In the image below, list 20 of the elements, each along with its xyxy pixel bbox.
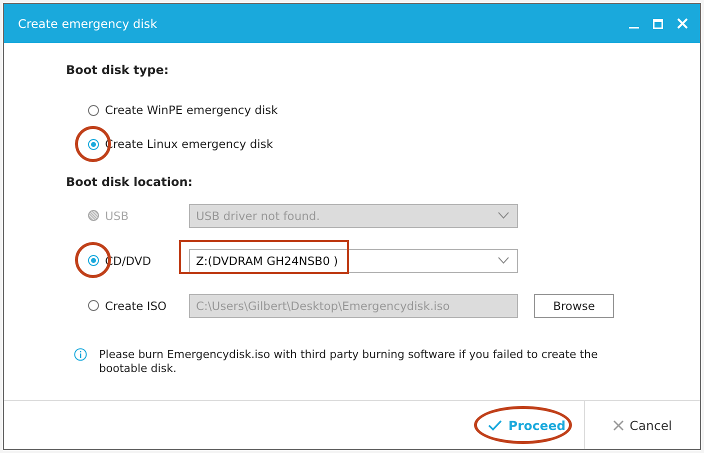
radio-label[interactable]: Create ISO (105, 298, 183, 312)
info-note: Please burn Emergencydisk.iso with third party burning software if you failed to create the bootable disk. (99, 348, 599, 376)
section-heading: Boot disk type: (66, 63, 170, 77)
section-heading: Boot disk location: (66, 175, 194, 189)
radio-button[interactable] (88, 138, 99, 150)
browse-button[interactable]: Browse (534, 294, 614, 318)
radio-button[interactable] (88, 300, 99, 311)
radio-button[interactable] (88, 255, 99, 266)
caret-icon (498, 257, 509, 264)
radio-button[interactable] (88, 104, 99, 116)
info-icon (74, 348, 87, 361)
radio-label[interactable]: Create WinPE emergency disk (105, 103, 278, 117)
cancel-button[interactable]: Cancel (584, 401, 700, 449)
close-icon[interactable] (677, 18, 688, 29)
maximize-icon[interactable] (653, 18, 663, 28)
drive-dropdown[interactable]: Z:(DVDRAM GH24NSB0 ) (189, 248, 518, 272)
window-title: Create emergency disk (18, 16, 158, 30)
close-icon (612, 420, 624, 430)
check-icon (488, 420, 502, 430)
caret-icon (498, 212, 509, 219)
